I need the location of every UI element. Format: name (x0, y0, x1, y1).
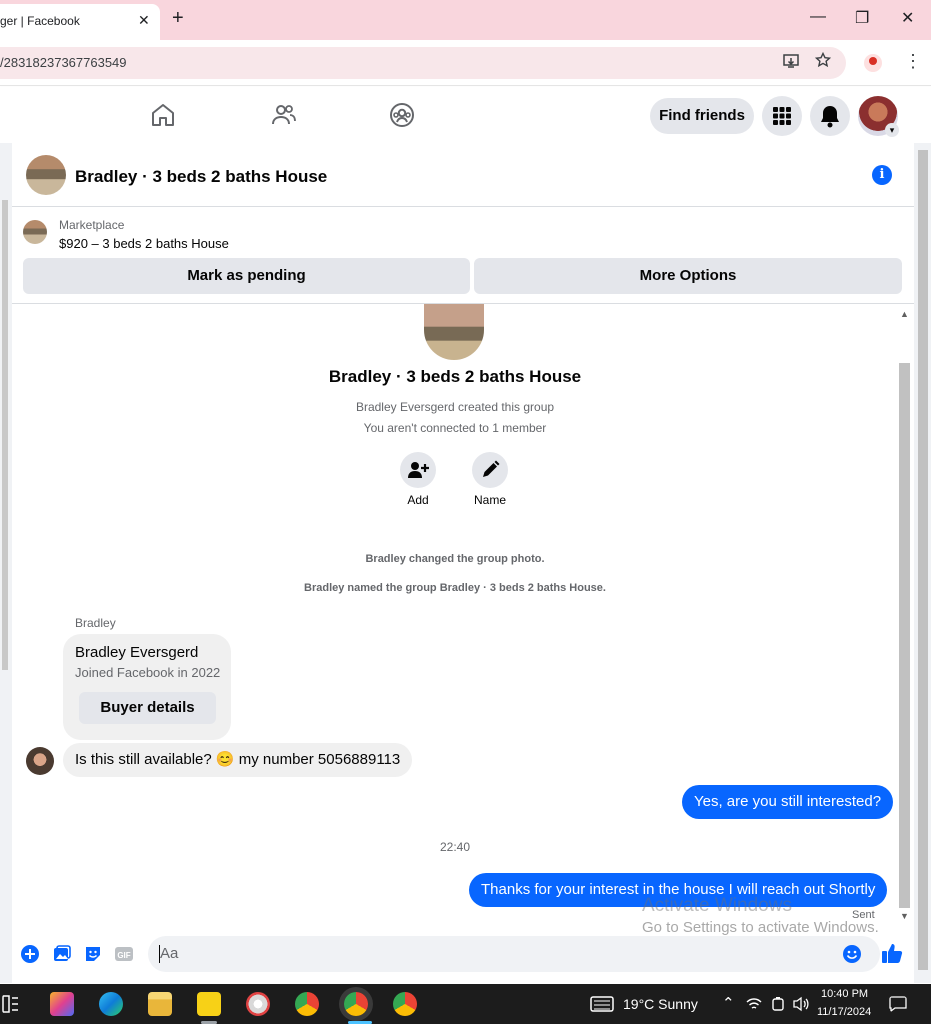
new-tab-button[interactable]: + (172, 7, 184, 30)
address-bar[interactable]: /28318237367763549 (0, 47, 846, 79)
more-options-button[interactable]: More Options (474, 258, 902, 294)
message-composer: GIF Aa (12, 933, 914, 979)
edge-icon[interactable] (99, 992, 123, 1016)
facebook-header: Find friends ▾ (0, 87, 931, 143)
chat-panel: Bradley · 3 beds 2 baths House i Marketp… (12, 143, 914, 983)
add-person-icon (408, 462, 429, 478)
buyer-joined: Joined Facebook in 2022 (75, 665, 221, 680)
sender-name: Bradley (75, 616, 116, 630)
weather-icon[interactable] (590, 995, 614, 1013)
listing-title[interactable]: $920 – 3 beds 2 baths House (59, 236, 229, 251)
groups-icon[interactable] (388, 101, 416, 129)
photo-icon[interactable] (52, 944, 72, 964)
svg-text:GIF: GIF (117, 951, 130, 960)
add-label: Add (407, 493, 429, 507)
plus-circle-icon[interactable] (20, 944, 40, 964)
friends-icon[interactable] (269, 101, 297, 129)
tab-close-icon[interactable]: ✕ (138, 12, 150, 29)
thumbs-up-icon[interactable] (881, 942, 903, 964)
home-icon[interactable] (149, 101, 177, 129)
group-photo[interactable] (424, 304, 484, 360)
restore-button[interactable]: ❐ (855, 8, 869, 28)
rename-button[interactable] (472, 452, 508, 488)
left-scrollbar[interactable] (2, 200, 8, 670)
chrome-icon[interactable] (295, 992, 319, 1016)
clock-date[interactable]: 11/17/2024 (817, 1006, 871, 1018)
group-thumbnail[interactable] (26, 155, 66, 195)
bell-icon (821, 106, 839, 128)
mark-as-pending-button[interactable]: Mark as pending (23, 258, 470, 294)
tab-title: ger | Facebook (0, 14, 80, 28)
activate-windows-title: Activate Windows (642, 895, 792, 916)
chrome-profile-icon[interactable] (393, 992, 417, 1016)
listing-thumbnail[interactable] (23, 220, 47, 244)
battery-icon[interactable] (771, 996, 785, 1012)
info-icon[interactable]: i (872, 165, 892, 185)
thread-scrollbar-thumb[interactable] (899, 363, 910, 908)
browser-profile-icon[interactable] (864, 54, 882, 72)
group-title: Bradley · 3 beds 2 baths House (328, 367, 582, 386)
url-text: /28318237367763549 (0, 55, 127, 70)
pencil-icon (483, 460, 500, 477)
page-scrollbar-thumb[interactable] (918, 150, 928, 970)
copilot-icon[interactable] (50, 992, 74, 1016)
buyer-details-button[interactable]: Buyer details (79, 692, 216, 724)
text-cursor (159, 945, 160, 963)
system-message: Bradley named the group Bradley · 3 beds… (304, 582, 606, 594)
marketplace-label: Marketplace (59, 218, 125, 232)
weather-text[interactable]: 19°C Sunny (623, 996, 698, 1012)
snipping-tool-icon[interactable] (246, 992, 270, 1016)
message-thread: Bradley · 3 beds 2 baths House Bradley E… (12, 304, 898, 934)
chevron-down-icon[interactable]: ▾ (885, 123, 899, 137)
wifi-icon[interactable] (746, 997, 762, 1011)
chat-title[interactable]: Bradley · 3 beds 2 baths House (75, 167, 327, 187)
scroll-up-arrow[interactable]: ▲ (900, 309, 909, 319)
task-view-icon[interactable] (2, 994, 20, 1014)
clock-time[interactable]: 10:40 PM (821, 988, 868, 1000)
chat-header: Bradley · 3 beds 2 baths House i (12, 143, 914, 207)
connected-note: You aren't connected to 1 member (363, 421, 547, 435)
bookmark-star-icon[interactable] (814, 51, 832, 73)
chrome-profile-icon[interactable] (344, 992, 368, 1016)
chevron-up-icon[interactable]: ⌃ (722, 994, 735, 1012)
sticky-notes-icon[interactable] (197, 992, 221, 1016)
notifications-button[interactable] (810, 96, 850, 136)
install-app-icon[interactable] (782, 52, 800, 75)
outgoing-message[interactable]: Yes, are you still interested? (682, 785, 894, 819)
browser-toolbar: /28318237367763549 ⋮ (0, 40, 931, 86)
scroll-down-arrow[interactable]: ▼ (900, 911, 909, 921)
notification-center-icon[interactable] (889, 996, 907, 1012)
browser-tab-bar: ger | Facebook ✕ + — ❐ ✕ (0, 0, 931, 40)
file-explorer-icon[interactable] (148, 992, 172, 1016)
timestamp: 22:40 (439, 840, 471, 854)
browser-menu-icon[interactable]: ⋮ (904, 51, 922, 72)
buyer-profile-card: Bradley Eversgerd Joined Facebook in 202… (63, 634, 231, 740)
minimize-button[interactable]: — (810, 8, 826, 26)
browser-tab[interactable]: ger | Facebook ✕ (0, 4, 160, 40)
find-friends-button[interactable]: Find friends (650, 98, 754, 134)
volume-icon[interactable] (792, 996, 810, 1012)
incoming-message[interactable]: Is this still available? 😊 my number 505… (63, 743, 413, 777)
close-window-button[interactable]: ✕ (901, 8, 914, 28)
emoji-icon[interactable] (842, 944, 862, 964)
grid-icon (773, 107, 791, 125)
message-input[interactable]: Aa (148, 936, 880, 972)
gif-icon[interactable]: GIF (114, 944, 134, 964)
windows-taskbar: 19°C Sunny ⌃ 10:40 PM 11/17/2024 (0, 984, 931, 1024)
system-message: Bradley changed the group photo. (365, 553, 545, 565)
avatar[interactable] (26, 747, 54, 775)
name-label: Name (473, 493, 506, 507)
created-note: Bradley Eversgerd created this group (355, 400, 555, 414)
sticker-icon[interactable] (83, 944, 103, 964)
buyer-name[interactable]: Bradley Eversgerd (75, 644, 198, 661)
add-member-button[interactable] (400, 452, 436, 488)
menu-button[interactable] (762, 96, 802, 136)
